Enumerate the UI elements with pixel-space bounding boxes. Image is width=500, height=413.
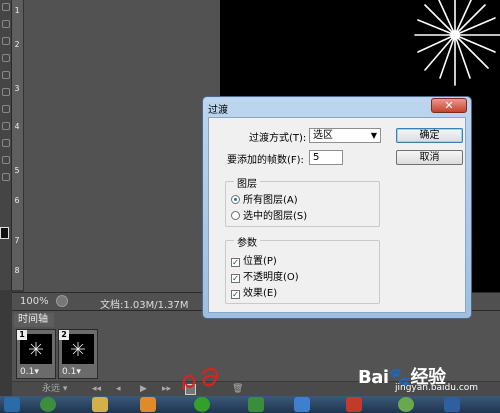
tool-icon[interactable] [2, 139, 10, 147]
add-icon[interactable] [194, 397, 210, 412]
windows-taskbar [0, 396, 500, 413]
tool-icon[interactable] [2, 156, 10, 164]
ruler-number: 3 [14, 84, 20, 93]
tool-icon[interactable] [2, 88, 10, 96]
cancel-button[interactable]: 取消 [396, 150, 463, 165]
layers-group-title: 图层 [234, 175, 260, 190]
tool-icon[interactable] [2, 173, 10, 181]
tween-method-select[interactable]: 选区 ▼ [309, 128, 381, 143]
radio-selected-icon[interactable] [231, 195, 240, 204]
tool-icon[interactable] [2, 71, 10, 79]
ruler-number: 4 [14, 122, 20, 131]
security-icon[interactable] [248, 397, 264, 412]
animation-frame[interactable]: 1 0.1▾ [16, 329, 56, 379]
tool-icon[interactable] [2, 122, 10, 130]
first-frame-button[interactable]: ◂◂ [92, 384, 101, 395]
ruler-number: 7 [14, 236, 20, 245]
app-icon[interactable] [294, 397, 310, 412]
dialog-title: 过渡 [208, 105, 228, 116]
frames-to-add-label: 要添加的帧数(F): [227, 155, 304, 166]
loop-options[interactable]: 永远 ▾ [42, 384, 67, 395]
checkbox-label: 效果(E) [243, 288, 278, 299]
layers-group: 图层 所有图层(A) 选中的图层(S) [225, 175, 380, 227]
checkbox-position[interactable]: ✓ 位置(P) [231, 252, 277, 267]
close-button[interactable]: ✕ [431, 98, 467, 113]
folder-icon[interactable] [92, 397, 108, 412]
tool-icon[interactable] [2, 105, 10, 113]
radio-selected-layers[interactable]: 选中的图层(S) [231, 207, 307, 222]
radio-label: 选中的图层(S) [243, 211, 308, 222]
tween-method-label: 过渡方式(T): [249, 133, 307, 144]
checkbox-opacity[interactable]: ✓ 不透明度(O) [231, 268, 299, 283]
checkbox-effects[interactable]: ✓ 效果(E) [231, 284, 277, 299]
animation-frame[interactable]: 2 0.1▾ [58, 329, 98, 379]
next-frame-button[interactable]: ▸▸ [162, 384, 171, 395]
ruler-number: 2 [14, 40, 20, 49]
ok-button[interactable]: 确定 [396, 128, 463, 143]
prev-frame-button[interactable]: ◂ [116, 384, 121, 395]
start-button-icon[interactable] [4, 397, 20, 412]
frame-number: 2 [59, 330, 69, 340]
app-icon[interactable] [398, 397, 414, 412]
delete-frame-button[interactable]: 🗑 [232, 384, 243, 395]
radio-all-layers[interactable]: 所有图层(A) [231, 191, 298, 206]
starburst-image [414, 0, 500, 86]
tween-dialog: 过渡 ✕ 过渡方式(T): 选区 ▼ 要添加的帧数(F): 5 确定 取消 图层… [202, 96, 472, 319]
frames-to-add-input[interactable]: 5 [309, 150, 343, 165]
checkbox-checked-icon[interactable]: ✓ [231, 274, 240, 283]
dialog-body: 过渡方式(T): 选区 ▼ 要添加的帧数(F): 5 确定 取消 图层 所有图层… [208, 117, 466, 313]
status-info-icon[interactable] [56, 295, 68, 307]
app-icon[interactable] [346, 397, 362, 412]
watermark-url: jingyan.baidu.com [395, 383, 479, 393]
browser-icon[interactable] [40, 397, 56, 412]
frame-number: 1 [17, 330, 27, 340]
ruler-number: 8 [14, 266, 20, 275]
ruler-number: 5 [14, 166, 20, 175]
checkbox-checked-icon[interactable]: ✓ [231, 290, 240, 299]
workspace-background [24, 0, 220, 292]
radio-label: 所有图层(A) [243, 195, 298, 206]
red-annotation-mark [182, 368, 219, 391]
tool-icon[interactable] [2, 20, 10, 28]
vertical-ruler: 1 2 3 4 5 6 7 8 [12, 0, 24, 290]
ruler-number: 1 [14, 6, 20, 15]
tool-icon[interactable] [2, 37, 10, 45]
frame-delay[interactable]: 0.1▾ [62, 367, 81, 377]
params-group-title: 参数 [234, 234, 260, 249]
chevron-down-icon: ▼ [370, 131, 377, 140]
checkbox-checked-icon[interactable]: ✓ [231, 258, 240, 267]
foreground-color-swatch[interactable] [0, 227, 9, 239]
checkbox-label: 位置(P) [243, 256, 277, 267]
checkbox-label: 不透明度(O) [243, 272, 299, 283]
document-size-info: 文档:1.03M/1.37M [100, 300, 189, 311]
ruler-number: 6 [14, 196, 20, 205]
zoom-level[interactable]: 100% [20, 296, 49, 307]
tween-method-value: 选区 [313, 130, 333, 141]
tools-panel [0, 0, 12, 290]
play-button[interactable]: ▶ [140, 384, 147, 395]
frame-delay[interactable]: 0.1▾ [20, 367, 39, 377]
radio-unselected-icon[interactable] [231, 211, 240, 220]
tool-icon[interactable] [2, 3, 10, 11]
params-group: 参数 ✓ 位置(P) ✓ 不透明度(O) ✓ 效果(E) [225, 234, 380, 304]
media-icon[interactable] [140, 397, 156, 412]
tab-timeline[interactable]: 时间轴 [14, 313, 54, 327]
tool-icon[interactable] [2, 54, 10, 62]
app-icon[interactable] [444, 397, 460, 412]
